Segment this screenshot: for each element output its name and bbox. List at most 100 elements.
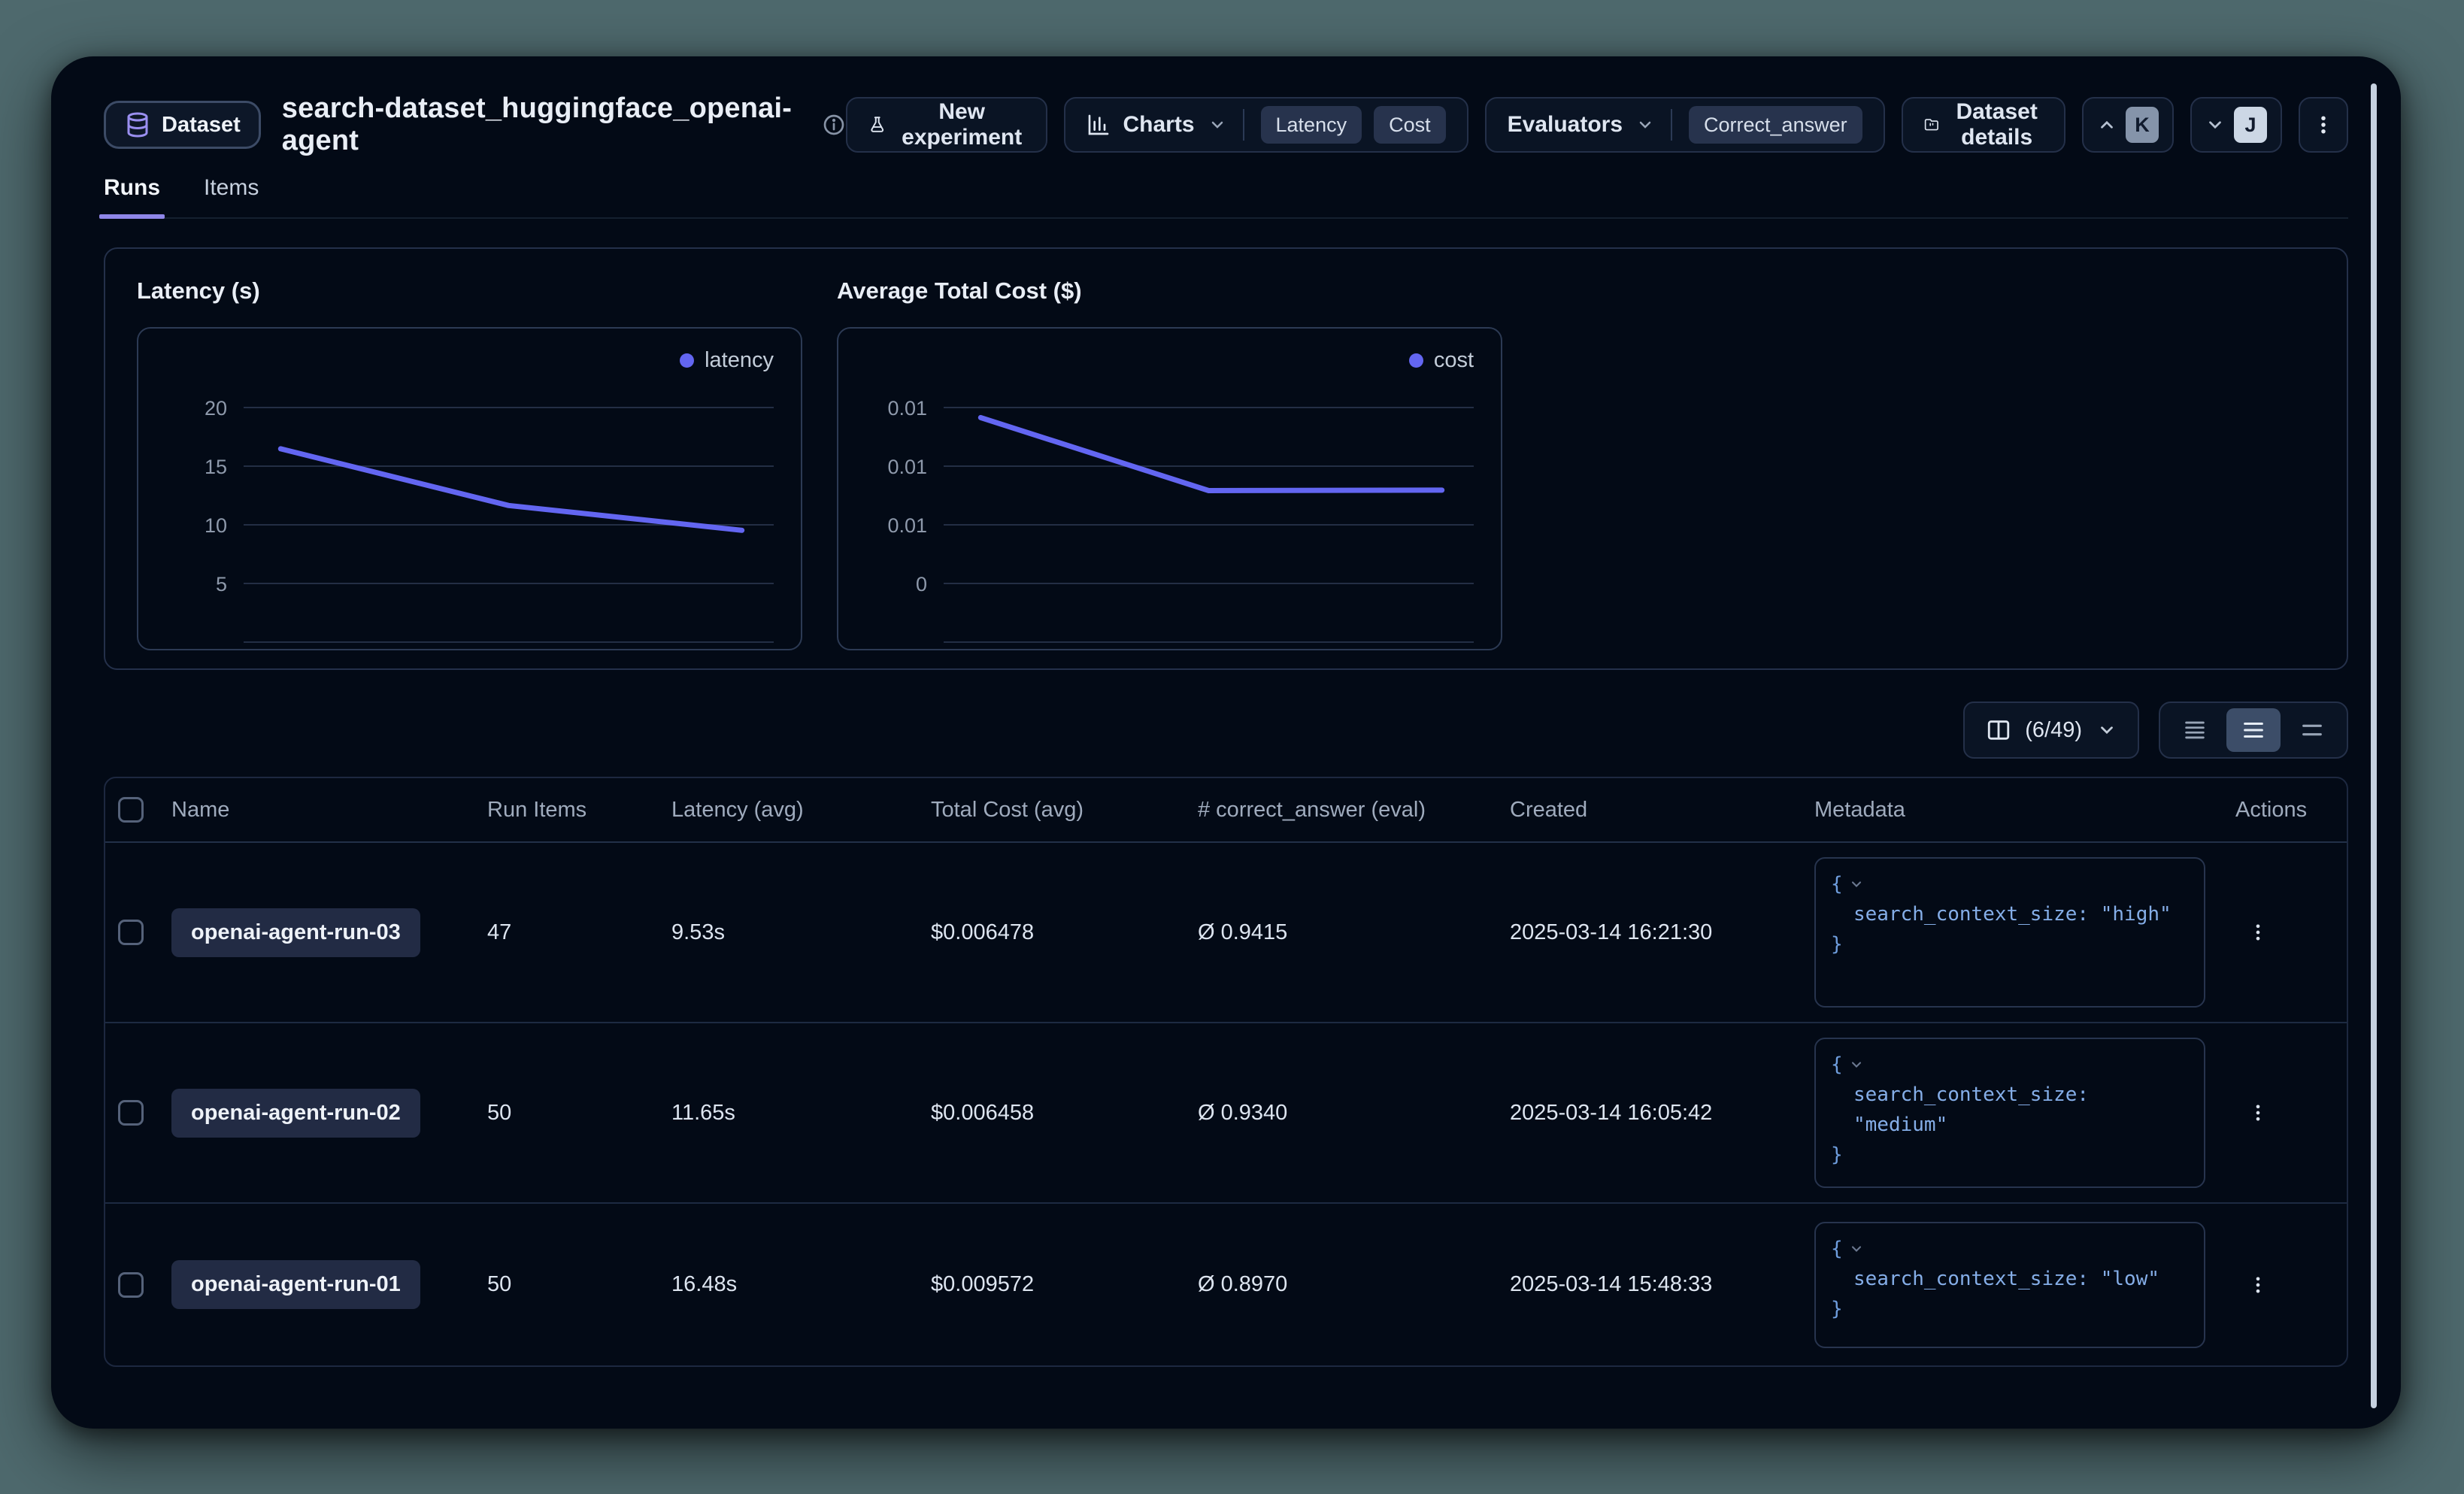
evaluators-button[interactable]: Evaluators Correct_answer xyxy=(1485,97,1885,153)
cost-chart-group: Average Total Cost ($) 0.010.010.010 cos… xyxy=(837,277,1502,650)
svg-text:5: 5 xyxy=(216,573,227,595)
chevron-up-icon xyxy=(2097,115,2117,135)
chart-tag-latency[interactable]: Latency xyxy=(1261,106,1362,144)
kebab-icon xyxy=(2247,920,2269,945)
row-actions-kebab-button[interactable] xyxy=(2235,906,2281,959)
chevron-down-icon xyxy=(2205,115,2225,135)
created-value: 2025-03-14 15:48:33 xyxy=(1510,1272,1814,1297)
keycap-j: J xyxy=(2234,107,2267,143)
metadata-key: search_context_size: xyxy=(1853,903,2089,926)
kebab-icon xyxy=(2312,112,2335,138)
metadata-json-box[interactable]: { search_context_size: "medium" } xyxy=(1814,1038,2205,1188)
table-row[interactable]: openai-agent-run-03 47 9.53s $0.006478 Ø… xyxy=(105,843,2347,1023)
divider xyxy=(1671,109,1672,141)
row-height-compact-button[interactable] xyxy=(2168,708,2222,752)
run-items-value: 47 xyxy=(487,920,671,945)
run-name-badge[interactable]: openai-agent-run-03 xyxy=(171,908,420,957)
run-name-badge[interactable]: openai-agent-run-02 xyxy=(171,1089,420,1138)
rows-compact-icon xyxy=(2182,717,2208,743)
metadata-value: "medium" xyxy=(1853,1114,1947,1136)
table-header-row: Name Run Items Latency (avg) Total Cost … xyxy=(105,778,2347,843)
evaluator-tag-correct-answer[interactable]: Correct_answer xyxy=(1689,106,1862,144)
tab-items[interactable]: Items xyxy=(204,175,259,217)
metadata-value: "high" xyxy=(2101,903,2172,926)
header-kebab-menu-button[interactable] xyxy=(2299,97,2348,153)
header-actions: New experiment Charts Latency Cost Evalu… xyxy=(846,97,2348,153)
row-actions-kebab-button[interactable] xyxy=(2235,1086,2281,1139)
select-all-checkbox[interactable] xyxy=(118,797,144,823)
charts-button[interactable]: Charts Latency Cost xyxy=(1064,97,1468,153)
run-items-value: 50 xyxy=(487,1272,671,1297)
metadata-value: "low" xyxy=(2101,1268,2159,1290)
latency-line-chart: 20 15 10 5 xyxy=(138,329,801,649)
vertical-scrollbar[interactable] xyxy=(2371,83,2377,1408)
legend-dot xyxy=(1409,353,1423,368)
svg-text:20: 20 xyxy=(205,397,227,420)
total-cost-value: $0.006458 xyxy=(931,1101,1198,1126)
cost-chart-title: Average Total Cost ($) xyxy=(837,277,1502,305)
chevron-down-icon xyxy=(1849,877,1864,892)
dataset-badge[interactable]: Dataset xyxy=(104,101,261,149)
app-window: Dataset search-dataset_huggingface_opena… xyxy=(51,56,2401,1429)
header: Dataset search-dataset_huggingface_opena… xyxy=(104,97,2348,153)
svg-text:0.01: 0.01 xyxy=(887,514,927,537)
database-icon xyxy=(124,111,151,138)
total-cost-value: $0.006478 xyxy=(931,920,1198,945)
row-checkbox[interactable] xyxy=(118,1272,144,1298)
divider xyxy=(1243,109,1244,141)
latency-chart-group: Latency (s) 2015105 latency xyxy=(137,277,802,650)
table-body: openai-agent-run-03 47 9.53s $0.006478 Ø… xyxy=(105,843,2347,1365)
table-toolbar: (6/49) xyxy=(104,702,2348,759)
tab-bar: Runs Items xyxy=(104,175,2348,219)
col-header-latency: Latency (avg) xyxy=(671,798,931,823)
created-value: 2025-03-14 16:05:42 xyxy=(1510,1101,1814,1126)
svg-text:10: 10 xyxy=(205,514,227,537)
metadata-key: search_context_size: xyxy=(1853,1083,2089,1106)
info-icon[interactable] xyxy=(822,113,846,137)
latency-legend: latency xyxy=(680,348,774,373)
dataset-details-button[interactable]: Dataset details xyxy=(1902,97,2065,153)
chevron-down-icon xyxy=(1208,116,1226,134)
col-header-run-items: Run Items xyxy=(487,798,671,823)
svg-text:15: 15 xyxy=(205,456,227,478)
row-checkbox[interactable] xyxy=(118,1100,144,1126)
next-shortcut-button[interactable]: J xyxy=(2190,97,2282,153)
run-items-value: 50 xyxy=(487,1101,671,1126)
col-header-actions: Actions xyxy=(2235,798,2347,823)
rows-medium-icon xyxy=(2241,717,2266,743)
chevron-down-icon xyxy=(2097,720,2117,740)
latency-value: 9.53s xyxy=(671,920,931,945)
svg-text:0: 0 xyxy=(916,573,927,595)
row-height-tall-button[interactable] xyxy=(2285,708,2339,752)
prev-shortcut-button[interactable]: K xyxy=(2082,97,2174,153)
row-actions-kebab-button[interactable] xyxy=(2235,1259,2281,1311)
row-height-medium-button[interactable] xyxy=(2226,708,2281,752)
col-header-created: Created xyxy=(1510,798,1814,823)
row-checkbox[interactable] xyxy=(118,920,144,945)
dataset-badge-label: Dataset xyxy=(162,113,241,138)
flask-icon xyxy=(868,113,886,137)
latency-value: 11.65s xyxy=(671,1101,931,1126)
charts-panel: Latency (s) 2015105 latency Average Tota… xyxy=(104,247,2348,670)
column-visibility-button[interactable]: (6/49) xyxy=(1963,702,2139,759)
metadata-json-box[interactable]: { search_context_size: "low" } xyxy=(1814,1222,2205,1348)
metadata-json-box[interactable]: { search_context_size: "high" } xyxy=(1814,857,2205,1008)
total-cost-value: $0.009572 xyxy=(931,1272,1198,1297)
new-experiment-button[interactable]: New experiment xyxy=(846,97,1047,153)
chart-tag-cost[interactable]: Cost xyxy=(1374,106,1446,144)
col-header-metadata: Metadata xyxy=(1814,798,2235,823)
rows-tall-icon xyxy=(2299,717,2325,743)
table-row[interactable]: openai-agent-run-01 50 16.48s $0.009572 … xyxy=(105,1204,2347,1365)
run-name-badge[interactable]: openai-agent-run-01 xyxy=(171,1260,420,1309)
legend-label: cost xyxy=(1434,348,1474,373)
keycap-k: K xyxy=(2126,107,2159,143)
folder-icon xyxy=(1924,112,1939,138)
kebab-icon xyxy=(2247,1100,2269,1126)
correct-answer-value: Ø 0.8970 xyxy=(1198,1272,1510,1297)
svg-text:0.01: 0.01 xyxy=(887,397,927,420)
row-height-toggle xyxy=(2159,702,2348,759)
legend-dot xyxy=(680,353,694,368)
chevron-down-icon xyxy=(1849,1057,1864,1072)
table-row[interactable]: openai-agent-run-02 50 11.65s $0.006458 … xyxy=(105,1023,2347,1204)
tab-runs[interactable]: Runs xyxy=(104,175,160,217)
